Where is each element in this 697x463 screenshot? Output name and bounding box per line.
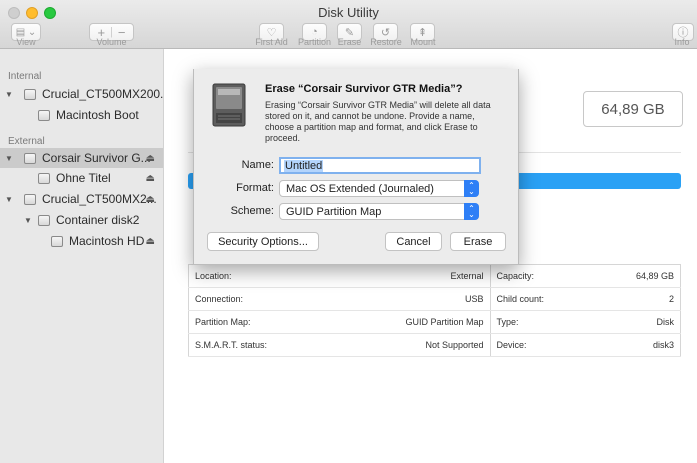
sidebar-item-crucial-disk[interactable]: ▼ Crucial_CT500MX2... ⏏ — [0, 189, 163, 209]
sidebar-item-label: Container disk2 — [56, 213, 140, 227]
info-label: Capacity: — [490, 264, 594, 288]
mount-label: Mount — [410, 37, 436, 47]
toolbar: Disk Utility ▤ ⌄ View + | − Volume ♡ Fir… — [0, 0, 697, 49]
hard-drive-icon — [212, 83, 246, 127]
info-table: Location: External Capacity: 64,89 GB Connec… — [188, 264, 681, 357]
info-value: 2 — [593, 287, 681, 311]
sidebar-item-corsair-survivor[interactable]: ▼ Corsair Survivor G... ⏏ — [0, 148, 163, 168]
volume-icon — [38, 172, 50, 184]
info-value: External — [334, 264, 491, 288]
info-label: Location: — [188, 264, 335, 288]
sidebar-item-label: Macintosh Boot — [56, 108, 139, 122]
volume-label: Volume — [96, 37, 127, 47]
erase-toolbar-label: Erase — [337, 37, 362, 47]
external-header: External — [8, 136, 45, 147]
info-value: disk3 — [593, 333, 681, 357]
external-disk-icon — [24, 193, 36, 205]
format-select[interactable]: Mac OS Extended (Journaled) ⌃ ⌄ — [279, 180, 479, 197]
partition-label: Partition — [297, 37, 332, 47]
scheme-label: Scheme: — [230, 205, 274, 217]
format-label: Format: — [236, 182, 274, 194]
sidebar-item-macintosh-boot[interactable]: Macintosh Boot — [0, 105, 163, 125]
volume-icon — [51, 235, 63, 247]
info-label: Child count: — [490, 287, 594, 311]
info-label: Type: — [490, 310, 594, 334]
info-label: Device: — [490, 333, 594, 357]
info-row: Partition Map: GUID Partition Map Type: Dis… — [188, 310, 681, 334]
eject-icon[interactable]: ⏏ — [146, 236, 155, 247]
cancel-button[interactable]: Cancel — [385, 232, 442, 251]
name-input-value: Untitled — [284, 159, 324, 172]
info-label: Partition Map: — [188, 310, 335, 334]
info-value: Disk — [593, 310, 681, 334]
info-label: Connection: — [188, 287, 335, 311]
erase-button[interactable]: Erase — [450, 232, 506, 251]
eject-icon[interactable]: ⏏ — [146, 194, 155, 205]
info-label: S.M.A.R.T. status: — [188, 333, 335, 357]
volume-icon — [38, 109, 50, 121]
sidebar: Internal ▼ Crucial_CT500MX200... Macinto… — [0, 49, 170, 463]
info-value: Not Supported — [334, 333, 491, 357]
info-value: USB — [334, 287, 491, 311]
sidebar-item-ohne-titel[interactable]: Ohne Titel ⏏ — [0, 168, 163, 188]
disclosure-triangle-icon[interactable]: ▼ — [5, 195, 13, 204]
restore-label: Restore — [370, 37, 402, 47]
window-title: Disk Utility — [318, 5, 379, 20]
info-row: Location: External Capacity: 64,89 GB — [188, 264, 681, 288]
disk-utility-window: Disk Utility ▤ ⌄ View + | − Volume ♡ Fir… — [0, 0, 697, 463]
eject-icon[interactable]: ⏏ — [146, 153, 155, 164]
format-select-value: Mac OS Extended (Journaled) — [286, 182, 434, 195]
eject-icon[interactable]: ⏏ — [146, 173, 155, 184]
sheet-title: Erase “Corsair Survivor GTR Media”? — [265, 83, 463, 95]
capacity-display: 64,89 GB — [583, 91, 683, 127]
sidebar-item-label: Ohne Titel — [56, 171, 111, 185]
disclosure-triangle-icon[interactable]: ▼ — [5, 154, 13, 163]
info-value: GUID Partition Map — [334, 310, 491, 334]
sidebar-view-icon: ▤ ⌄ — [15, 26, 37, 38]
sidebar-item-container-disk2[interactable]: ▼ Container disk2 — [0, 210, 163, 230]
sidebar-item-label: Crucial_CT500MX200... — [42, 87, 171, 101]
info-value: 64,89 GB — [593, 264, 681, 288]
info-row: S.M.A.R.T. status: Not Supported Device: di… — [188, 333, 681, 357]
info-row: Connection: USB Child count: 2 — [188, 287, 681, 311]
sidebar-item-label: Macintosh HD — [69, 234, 145, 248]
container-icon — [38, 214, 50, 226]
chevron-updown-icon: ⌃ ⌄ — [464, 180, 479, 197]
scheme-select[interactable]: GUID Partition Map ⌃ ⌄ — [279, 203, 479, 220]
name-label: Name: — [241, 159, 274, 171]
disclosure-triangle-icon[interactable]: ▼ — [24, 216, 32, 225]
erase-sheet: Erase “Corsair Survivor GTR Media”? Eras… — [193, 69, 519, 265]
name-input[interactable]: Untitled — [279, 157, 481, 174]
disclosure-triangle-icon[interactable]: ▼ — [5, 90, 13, 99]
info-label: Info — [674, 37, 690, 47]
scheme-select-value: GUID Partition Map — [286, 205, 382, 218]
first-aid-label: First Aid — [255, 37, 288, 47]
sidebar-item-label: Corsair Survivor G... — [42, 151, 151, 165]
external-disk-icon — [24, 152, 36, 164]
sidebar-item-label: Crucial_CT500MX2... — [42, 192, 157, 206]
view-label: View — [16, 37, 36, 47]
security-options-button[interactable]: Security Options... — [207, 232, 319, 251]
internal-header: Internal — [8, 71, 42, 82]
sidebar-item-crucial-boot-disk[interactable]: ▼ Crucial_CT500MX200... — [0, 84, 170, 104]
sidebar-item-macintosh-hd[interactable]: Macintosh HD ⏏ — [0, 231, 163, 251]
internal-disk-icon — [24, 88, 36, 100]
sheet-message: Erasing “Corsair Survivor GTR Media” wil… — [265, 100, 491, 143]
chevron-updown-icon: ⌃ ⌄ — [464, 203, 479, 220]
